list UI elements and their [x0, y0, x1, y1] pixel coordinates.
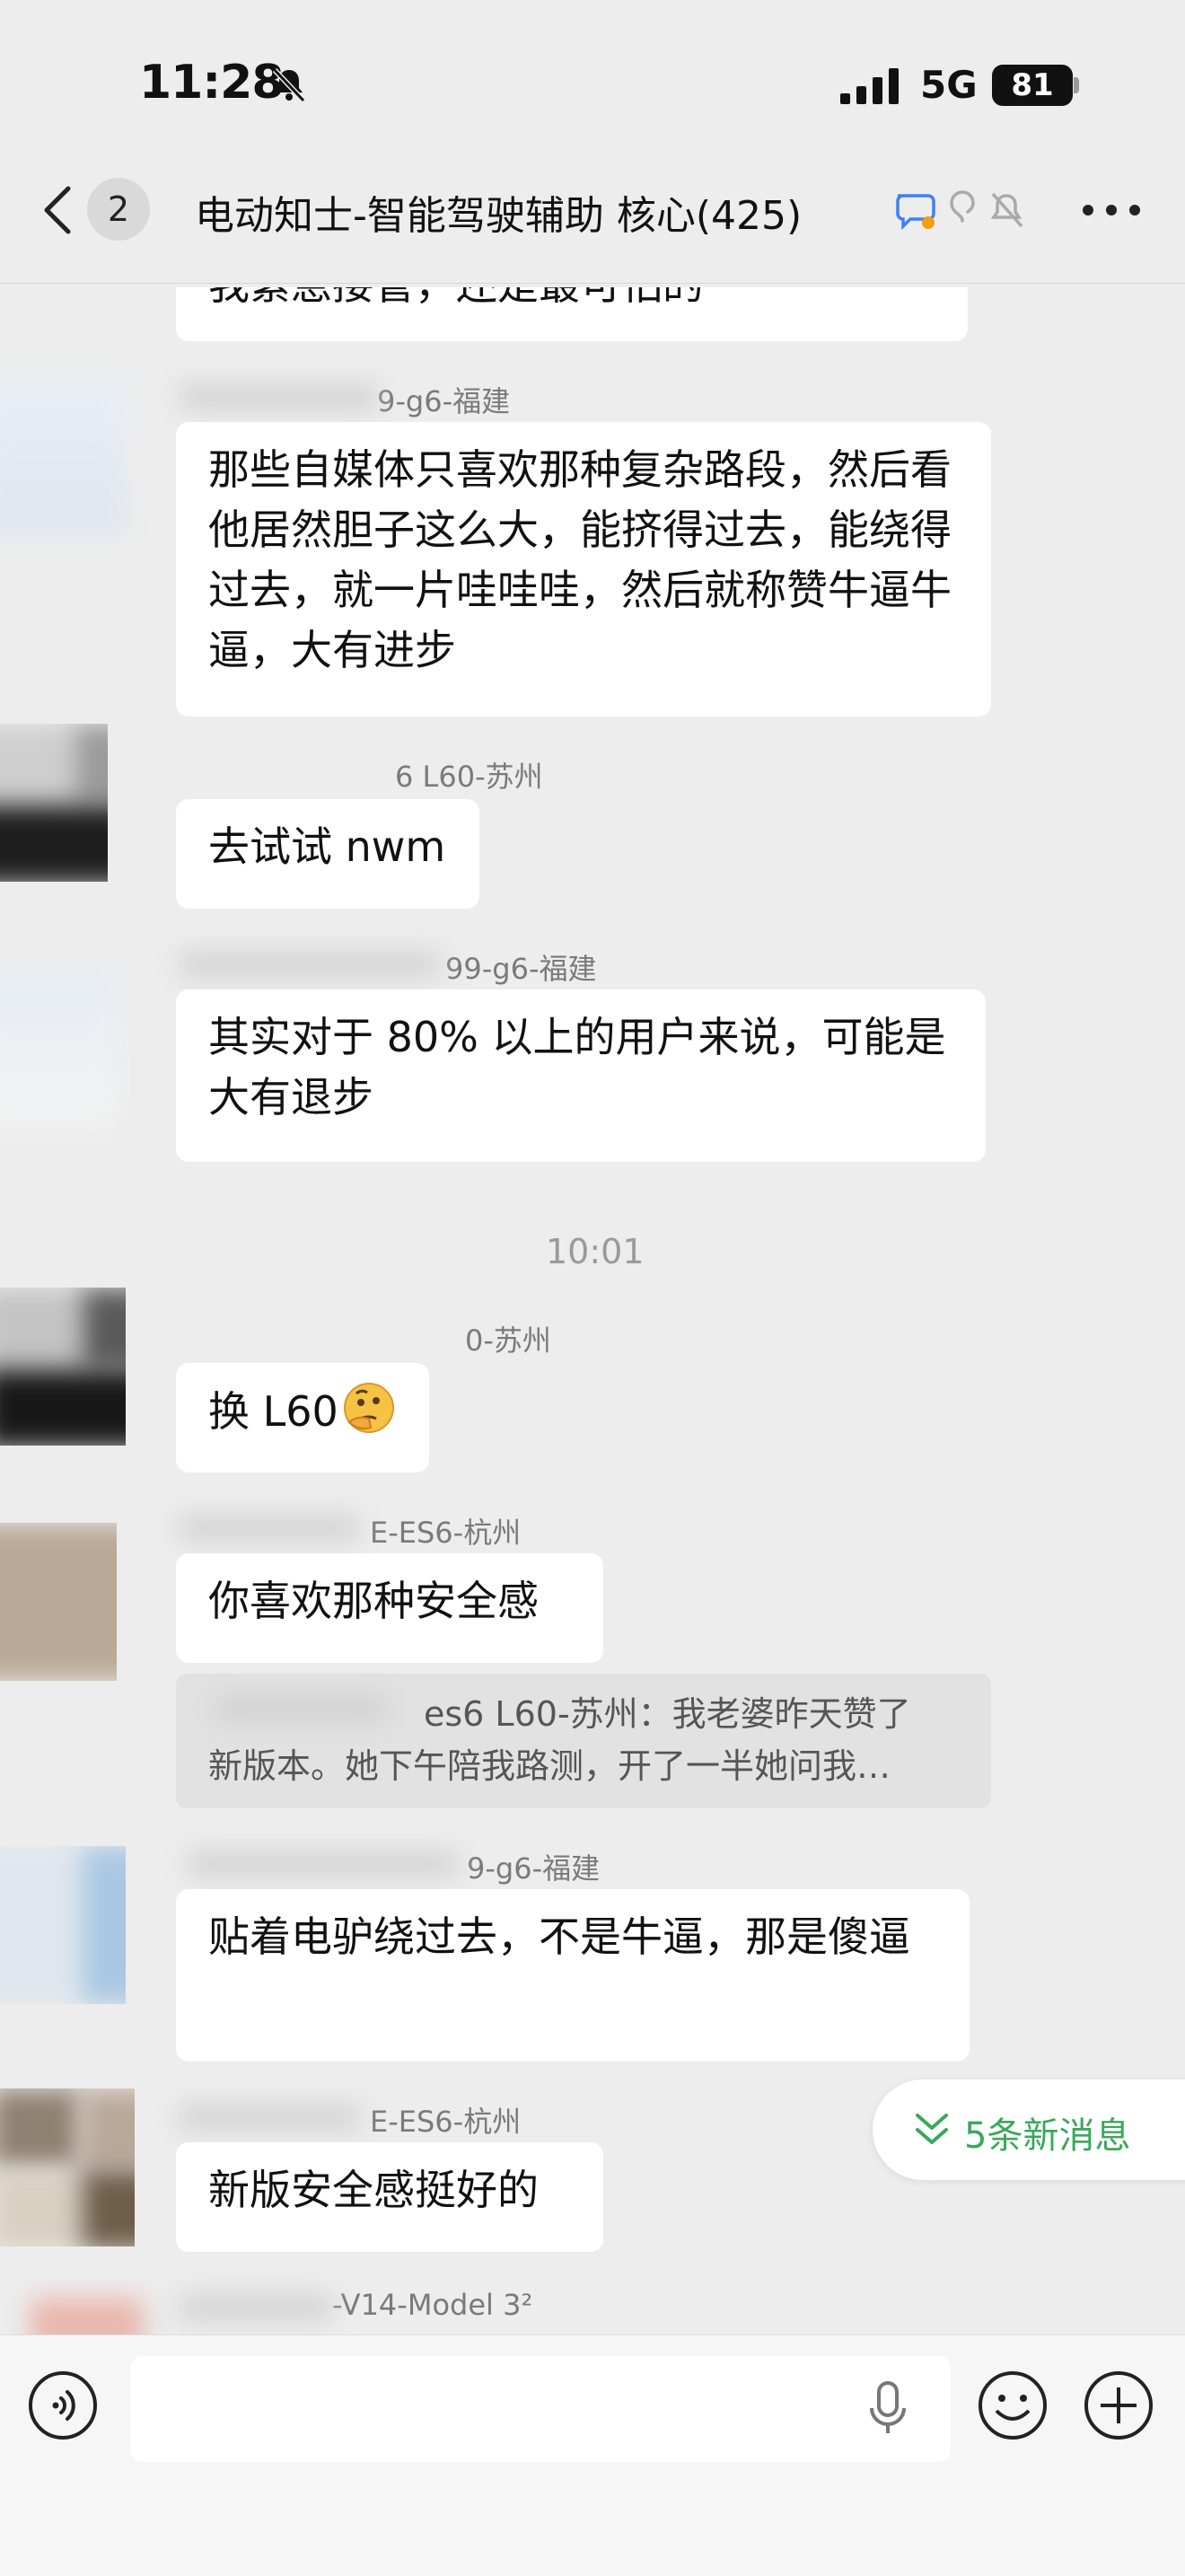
message-text: 贴着电驴绕过去，不是牛逼，那是傻逼 [208, 1912, 910, 1961]
battery-tip [1074, 77, 1079, 93]
sender-name: E-ES6-杭州 [370, 2105, 522, 2139]
avatar[interactable] [0, 724, 108, 882]
chevron-double-down-icon [916, 2114, 948, 2144]
thinking-face-icon [343, 1383, 394, 1433]
voice-icon[interactable] [27, 2369, 99, 2441]
sender-name: 6 L60-苏州 [395, 760, 543, 794]
message-text: 你喜欢那种安全感 [208, 1577, 539, 1625]
message-bubble[interactable]: 我紧急接管，还是最可怕的 [176, 260, 968, 341]
chat-title: 电动知士-智能驾驶辅助 核心(425) [195, 193, 803, 239]
sender-name-blur [180, 384, 377, 409]
more-icon[interactable] [1077, 192, 1146, 228]
sender-name-blur [189, 1851, 458, 1877]
sender-name: 9-g6-福建 [467, 1851, 601, 1886]
sender-name: E-ES6-杭州 [370, 1516, 522, 1550]
quote-line-2: 新版本。她下午陪我路测，开了一半她问我… [208, 1746, 891, 1786]
signal-icon [840, 68, 899, 104]
new-messages-label: 5条新消息 [964, 2115, 1131, 2157]
message-text: 那些自媒体只喜欢那种复杂路段，然后看他居然胆子这么大，能挤得过去，能绕得过去，就… [208, 445, 952, 674]
message-text: 新版安全感挺好的 [208, 2166, 539, 2214]
emoji-icon[interactable] [977, 2369, 1049, 2441]
message-bubble[interactable]: 你喜欢那种安全感 [176, 1553, 603, 1663]
message-input[interactable] [130, 2356, 951, 2462]
message-bubble[interactable]: 贴着电驴绕过去，不是牛逼，那是傻逼 [176, 1889, 970, 2062]
avatar[interactable] [0, 1846, 126, 2004]
message-bubble[interactable]: 那些自媒体只喜欢那种复杂路段，然后看他居然胆子这么大，能挤得过去，能绕得过去，就… [176, 422, 991, 717]
sender-name-blur [180, 2105, 359, 2130]
quote-name-blur [215, 1697, 386, 1720]
mute-bell-icon [990, 192, 1023, 228]
message-bubble[interactable]: 新版安全感挺好的 [176, 2142, 603, 2252]
message-text: 我紧急接管，还是最可怕的 [208, 260, 704, 309]
chat-status-icons [896, 190, 1023, 231]
quoted-message[interactable]: es6 L60-苏州：我老婆昨天赞了 新版本。她下午陪我路测，开了一半她问我… [176, 1674, 991, 1808]
message-text: 换 L60 [208, 1387, 338, 1436]
avatar[interactable] [0, 966, 117, 1124]
sender-name-blur [180, 952, 440, 977]
avatar[interactable] [0, 377, 126, 535]
avatar[interactable] [0, 2088, 135, 2246]
group-chat-icon [896, 194, 935, 231]
sender-name: 9-g6-福建 [377, 384, 511, 418]
message-bubble[interactable]: 其实对于 80% 以上的用户来说，可能是大有退步 [176, 989, 986, 1162]
mic-icon[interactable] [866, 2379, 909, 2437]
message-text: 去试试 nwm [208, 822, 446, 871]
sender-name-blur [180, 1516, 359, 1541]
message-text: 其实对于 80% 以上的用户来说，可能是大有退步 [208, 1013, 946, 1121]
unread-count-badge[interactable]: 2 [87, 178, 150, 241]
plus-icon[interactable] [1083, 2369, 1154, 2441]
back-chevron-icon[interactable] [40, 185, 75, 235]
time-separator: 10:01 [546, 1232, 645, 1271]
bell-slash-icon [272, 67, 306, 103]
sender-name: 99-g6-福建 [445, 952, 597, 986]
sender-name: -V14-Model 3² [332, 2288, 533, 2322]
sender-name: 0-苏州 [465, 1323, 551, 1358]
ear-icon [950, 190, 975, 223]
message-bubble[interactable]: 换 L60 [176, 1363, 429, 1473]
sender-name-blur [180, 2295, 332, 2320]
avatar[interactable] [0, 1288, 126, 1446]
nav-divider [0, 283, 1185, 284]
status-time: 11:28 [139, 56, 285, 110]
battery-level: 81 [992, 65, 1073, 106]
message-bubble[interactable]: 去试试 nwm [176, 799, 479, 909]
network-type: 5G [920, 63, 978, 107]
avatar[interactable] [0, 1523, 117, 1681]
